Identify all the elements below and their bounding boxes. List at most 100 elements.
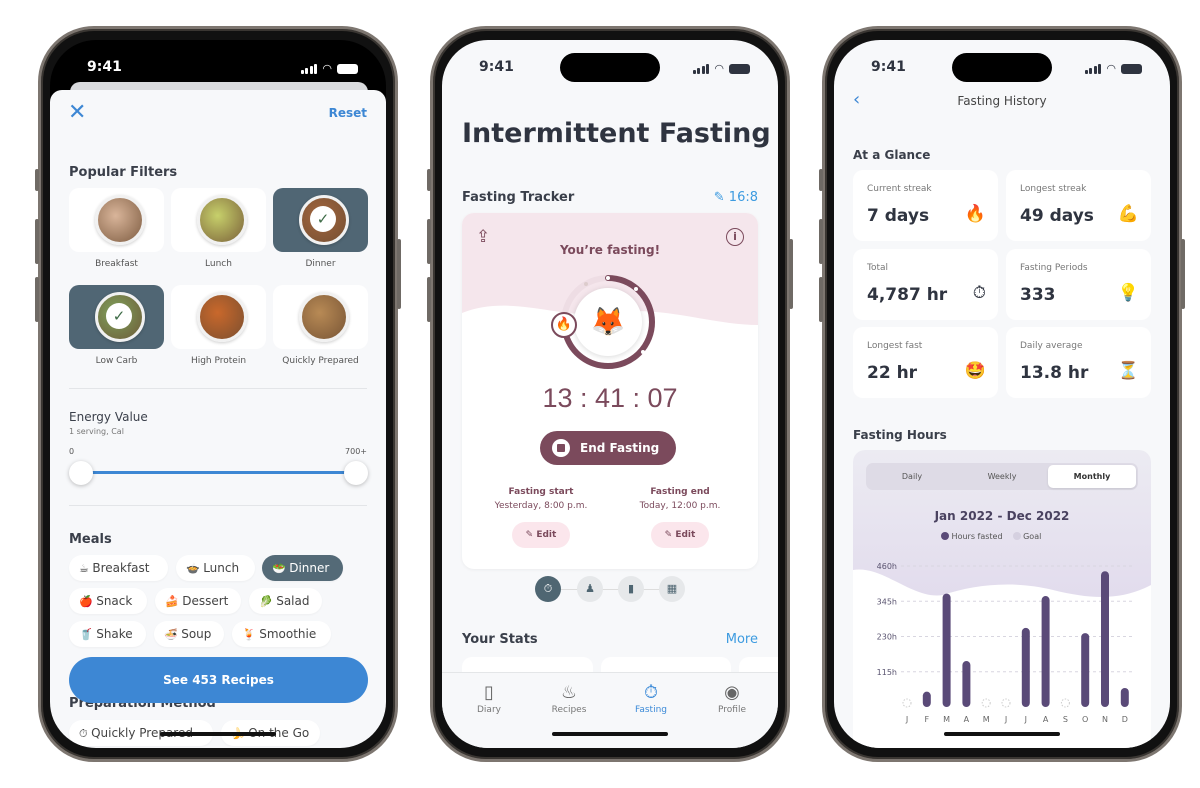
stat-label: Longest streak <box>1020 184 1087 194</box>
plan-label: 16:8 <box>728 190 758 205</box>
slider-max-handle[interactable] <box>344 461 368 485</box>
x-tick-label: A <box>964 715 970 724</box>
see-recipes-button[interactable]: See 453 Recipes <box>69 657 368 703</box>
meal-chip-salad[interactable]: 🥬 Salad <box>249 588 322 614</box>
meal-chip-label: Shake <box>96 627 133 641</box>
tab-recipes[interactable]: ♨ Recipes <box>534 681 604 715</box>
more-link[interactable]: More <box>726 632 758 647</box>
stat-emoji-icon: 💪 <box>1117 204 1139 224</box>
stat-card-total: Total 4,787 hr ⏱ <box>853 248 998 320</box>
page-title: Intermittent Fasting <box>462 118 771 149</box>
signal-icon <box>300 63 318 74</box>
filter-tile-dinner[interactable]: ✓ <box>273 188 368 252</box>
pencil-icon: ✎ <box>525 530 537 540</box>
x-tick-label: J <box>1024 715 1027 724</box>
x-tick-label: S <box>1063 715 1068 724</box>
status-time: 9:41 <box>87 59 122 75</box>
history-screen: 9:41 ◠ ‹ Fasting History At a Glance Cur… <box>834 40 1170 748</box>
stat-emoji-icon: ⏳ <box>1117 361 1139 381</box>
your-stats-title: Your Stats <box>462 632 538 647</box>
filter-tile-high-protein[interactable] <box>171 285 266 349</box>
filter-tile-low-carb[interactable]: ✓ <box>69 285 164 349</box>
stat-value: 4,787 hr <box>867 284 948 305</box>
meal-chip-smoothie[interactable]: 🍹 Smoothie <box>232 621 331 647</box>
battery-icon <box>337 63 358 74</box>
empty-bar-J <box>1001 698 1011 708</box>
stat-label: Fasting Periods <box>1020 262 1088 273</box>
edit-start-button[interactable]: ✎ Edit <box>512 522 570 548</box>
end-fasting-button[interactable]: End Fasting <box>540 431 676 465</box>
filter-tile-quickly-prepared[interactable] <box>273 285 368 349</box>
meal-chip-label: Salad <box>276 594 310 608</box>
fasting-hours-card: Daily Weekly Monthly Jan 2022 - Dec 2022 H… <box>853 450 1151 748</box>
edit-label: Edit <box>536 530 557 540</box>
filter-sheet: ✕ Reset Popular Filters Breakfast Lunch ✓ D… <box>50 90 386 748</box>
home-indicator <box>160 732 276 736</box>
filter-tile-breakfast[interactable] <box>69 188 164 252</box>
flame-badge-icon: 🔥 <box>551 312 577 338</box>
stat-card-fasting-periods: Fasting Periods 333 💡 <box>1006 248 1151 320</box>
y-tick-label: 115h <box>877 668 897 677</box>
x-tick-label: M <box>943 715 950 724</box>
meal-chip-label: Soup <box>181 627 212 641</box>
fox-avatar: 🦊 <box>590 305 626 338</box>
stat-emoji-icon: 🔥 <box>964 204 986 224</box>
filter-tile-lunch[interactable] <box>171 188 266 252</box>
page-dot-chart-icon[interactable]: ▮ <box>618 576 644 602</box>
meal-emoji-icon: 🍲 <box>186 562 204 575</box>
tracker-title: Fasting Tracker <box>462 190 575 205</box>
fasting-start-label: Fasting start <box>508 487 574 497</box>
energy-slider-track[interactable] <box>81 471 356 474</box>
page-dot-calendar-icon[interactable]: ▦ <box>659 576 685 602</box>
status-time: 9:41 <box>479 59 514 75</box>
pencil-icon: ✎ <box>713 190 729 205</box>
meal-emoji-icon: 🍜 <box>164 628 182 641</box>
reset-button[interactable]: Reset <box>329 106 367 120</box>
stat-card-daily-average: Daily average 13.8 hr ⏳ <box>1006 327 1151 398</box>
pencil-icon: ✎ <box>664 530 676 540</box>
stat-card-current-streak: Current streak 7 days 🔥 <box>853 170 998 241</box>
meal-emoji-icon: 🥗 <box>272 562 290 575</box>
stat-label: Current streak <box>867 184 932 194</box>
page-dot-timer-icon[interactable]: ⏱ <box>535 576 561 602</box>
edit-end-button[interactable]: ✎ Edit <box>651 522 709 548</box>
divider <box>69 388 367 389</box>
at-a-glance-title: At a Glance <box>853 148 931 162</box>
fasting-start-value: Yesterday, 8:00 p.m. <box>494 501 588 511</box>
meal-chip-soup[interactable]: 🍜 Soup <box>154 621 224 647</box>
stat-label: Daily average <box>1020 341 1083 351</box>
fasting-hours-chart: 115h 230h 345h 460h J F M A M J J A S O N D <box>877 562 1135 724</box>
stat-value: 13.8 hr <box>1020 363 1089 383</box>
y-tick-label: 230h <box>877 633 897 642</box>
end-fasting-label: End Fasting <box>580 441 660 455</box>
stat-card-longest-streak: Longest streak 49 days 💪 <box>1006 170 1151 241</box>
energy-subtitle: 1 serving, Cal <box>69 427 124 436</box>
filter-tile-label: High Protein <box>190 356 247 366</box>
popular-filters-title: Popular Filters <box>69 165 178 180</box>
close-icon[interactable]: ✕ <box>68 102 86 124</box>
food-image <box>299 292 349 342</box>
slider-min-handle[interactable] <box>69 461 93 485</box>
status-icons: ◠ <box>1084 62 1142 75</box>
tab-fasting[interactable]: ⏱ Fasting <box>616 681 686 715</box>
history-title: Fasting History <box>957 94 1047 108</box>
fasting-status: You’re fasting! <box>559 243 661 257</box>
status-time: 9:41 <box>871 59 906 75</box>
meal-chip-snack[interactable]: 🍎 Snack <box>69 588 147 614</box>
meal-chip-dinner[interactable]: 🥗 Dinner <box>262 555 343 581</box>
meal-chip-label: Breakfast <box>92 561 150 575</box>
meal-chip-dessert[interactable]: 🍰 Dessert <box>155 588 241 614</box>
meal-emoji-icon: ☕ <box>79 562 93 575</box>
filter-tile-label: Lunch <box>205 259 232 269</box>
tab-profile[interactable]: ◉ Profile <box>697 681 767 715</box>
fasting-tracker-card: ⇪ i You’re fasting! 🦊 🔥 13 : 41 : 07 End… <box>462 213 758 569</box>
meal-chip-breakfast[interactable]: ☕ Breakfast <box>69 555 168 581</box>
tab-diary[interactable]: ▯ Diary <box>454 681 524 715</box>
meal-chip-lunch[interactable]: 🍲 Lunch <box>176 555 255 581</box>
checkmark-icon: ✓ <box>310 206 336 232</box>
x-tick-label: J <box>905 715 908 724</box>
plan-edit-button[interactable]: ✎ 16:8 <box>714 190 758 205</box>
stat-label: Total <box>867 262 889 273</box>
meal-chip-shake[interactable]: 🥤 Shake <box>69 621 146 647</box>
page-dot-body-icon[interactable]: ♟ <box>577 576 603 602</box>
